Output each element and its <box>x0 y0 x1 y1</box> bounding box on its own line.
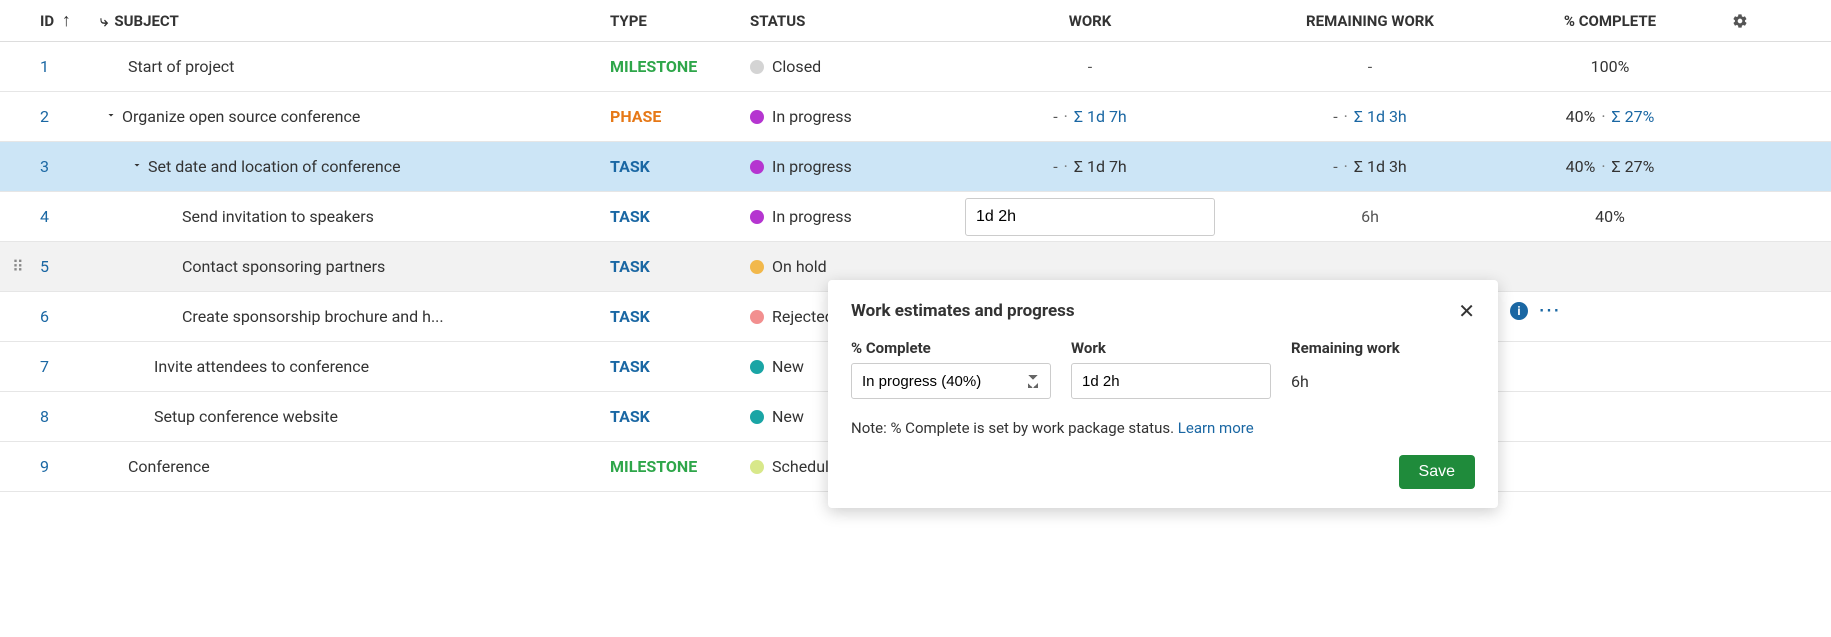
type-label: MILESTONE <box>610 457 750 476</box>
subject-text: Start of project <box>128 57 234 76</box>
work-value: - <box>1088 57 1092 76</box>
subject-text: Setup conference website <box>154 407 338 426</box>
sort-ascending-icon: ↑ <box>62 10 71 31</box>
status-dot-icon <box>750 260 764 274</box>
work-estimates-popover: Work estimates and progress ✕ % Complete… <box>828 280 1498 508</box>
col-header-id-label: ID <box>40 12 54 30</box>
col-header-subject-label: SUBJECT <box>114 12 178 30</box>
col-header-remaining[interactable]: REMAINING WORK <box>1230 12 1510 30</box>
col-header-subject[interactable]: ⤷ SUBJECT <box>100 12 610 30</box>
save-button[interactable]: Save <box>1399 455 1475 489</box>
more-actions-icon[interactable]: ⋯ <box>1538 300 1562 322</box>
remaining-sigma[interactable]: Σ 1d 3h <box>1354 107 1407 126</box>
work-package-id-link[interactable]: 4 <box>40 207 49 226</box>
type-label: TASK <box>610 407 750 426</box>
remaining-work-label: Remaining work <box>1291 339 1400 357</box>
col-header-type[interactable]: TYPE <box>610 12 750 30</box>
drag-handle-icon[interactable]: ⠿ <box>12 257 24 276</box>
status-dot-icon <box>750 110 764 124</box>
status-label: Rejected <box>772 307 834 326</box>
chevron-down-icon[interactable] <box>100 109 122 125</box>
col-header-status[interactable]: STATUS <box>750 12 950 30</box>
table-row[interactable]: 1 Start of project MILESTONE Closed - - 100% <box>0 42 1831 92</box>
pct-value: 100% <box>1591 57 1630 76</box>
work-value: - <box>1053 107 1057 126</box>
learn-more-link[interactable]: Learn more <box>1178 419 1254 437</box>
status-dot-icon <box>750 360 764 374</box>
pct-value: 40% <box>1595 207 1625 226</box>
type-label: TASK <box>610 257 750 276</box>
remaining-work-value: 6h <box>1291 363 1400 399</box>
type-label: MILESTONE <box>610 57 750 76</box>
hierarchy-icon: ⤷ <box>100 12 108 30</box>
status-label: New <box>772 407 804 426</box>
row-actions: i ⋯ <box>1510 300 1562 322</box>
pct-value: 40% <box>1566 107 1596 126</box>
pct-value: 40% <box>1566 157 1596 176</box>
status-dot-icon <box>750 60 764 74</box>
popover-title: Work estimates and progress <box>851 301 1075 321</box>
gear-icon <box>1732 13 1748 29</box>
type-label: TASK <box>610 157 750 176</box>
subject-text: Contact sponsoring partners <box>182 257 385 276</box>
subject-text: Organize open source conference <box>122 107 360 126</box>
work-input[interactable] <box>1071 363 1271 399</box>
subject-text: Send invitation to speakers <box>182 207 374 226</box>
col-header-work[interactable]: WORK <box>950 12 1230 30</box>
status-label: In progress <box>772 107 852 126</box>
info-icon[interactable]: i <box>1510 302 1528 320</box>
work-package-id-link[interactable]: 5 <box>40 257 49 276</box>
table-header-row: ID ↑ ⤷ SUBJECT TYPE STATUS WORK REMAININ… <box>0 0 1831 42</box>
col-header-id[interactable]: ID ↑ <box>0 10 100 31</box>
work-package-id-link[interactable]: 9 <box>40 457 49 476</box>
remaining-value: - <box>1333 157 1337 176</box>
popover-note: Note: % Complete is set by work package … <box>851 419 1475 437</box>
remaining-value: - <box>1368 57 1372 76</box>
work-label: Work <box>1071 339 1271 357</box>
work-package-id-link[interactable]: 1 <box>40 57 49 76</box>
subject-text: Conference <box>128 457 210 476</box>
status-dot-icon <box>750 210 764 224</box>
work-cell-input[interactable] <box>965 198 1215 236</box>
work-package-id-link[interactable]: 2 <box>40 107 49 126</box>
work-package-id-link[interactable]: 3 <box>40 157 49 176</box>
work-value: - <box>1053 157 1057 176</box>
work-package-id-link[interactable]: 6 <box>40 307 49 326</box>
pct-sigma: Σ 27% <box>1612 157 1655 176</box>
type-label: PHASE <box>610 107 750 126</box>
type-label: TASK <box>610 307 750 326</box>
type-label: TASK <box>610 357 750 376</box>
subject-text: Invite attendees to conference <box>154 357 369 376</box>
status-dot-icon <box>750 410 764 424</box>
remaining-value: - <box>1333 107 1337 126</box>
remaining-value: 6h <box>1361 207 1379 226</box>
pct-complete-select[interactable]: In progress (40%) <box>851 363 1051 399</box>
pct-complete-label: % Complete <box>851 339 1051 357</box>
type-label: TASK <box>610 207 750 226</box>
table-row[interactable]: 3 Set date and location of conference TASK… <box>0 142 1831 192</box>
status-dot-icon <box>750 160 764 174</box>
status-dot-icon <box>750 460 764 474</box>
status-label: In progress <box>772 157 852 176</box>
status-dot-icon <box>750 310 764 324</box>
work-package-id-link[interactable]: 7 <box>40 357 49 376</box>
status-label: In progress <box>772 207 852 226</box>
pct-sigma[interactable]: Σ 27% <box>1612 107 1655 126</box>
chevron-down-icon[interactable] <box>126 159 148 175</box>
remaining-sigma: Σ 1d 3h <box>1354 157 1407 176</box>
work-sigma: Σ 1d 7h <box>1074 157 1127 176</box>
status-label: On hold <box>772 257 827 276</box>
work-package-id-link[interactable]: 8 <box>40 407 49 426</box>
table-settings-button[interactable] <box>1710 13 1770 29</box>
status-label: New <box>772 357 804 376</box>
table-row[interactable]: 4 Send invitation to speakers TASK In progr… <box>0 192 1831 242</box>
close-icon[interactable]: ✕ <box>1458 301 1475 321</box>
table-row[interactable]: 2 Organize open source conference PHASE In … <box>0 92 1831 142</box>
col-header-pct[interactable]: % COMPLETE <box>1510 12 1710 30</box>
work-sigma[interactable]: Σ 1d 7h <box>1074 107 1127 126</box>
subject-text: Create sponsorship brochure and h... <box>182 307 444 326</box>
subject-text: Set date and location of conference <box>148 157 401 176</box>
status-label: Closed <box>772 57 821 76</box>
